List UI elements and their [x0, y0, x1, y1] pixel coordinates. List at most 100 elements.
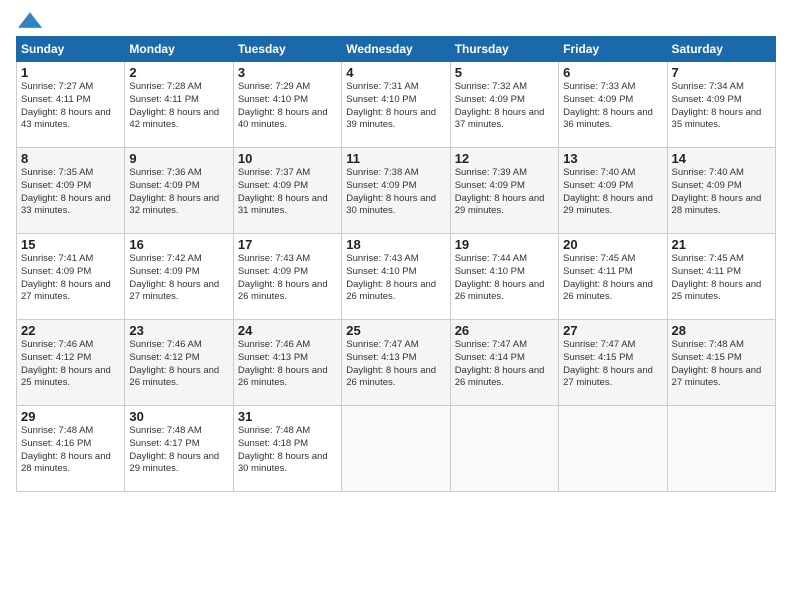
day-number: 29 — [21, 409, 120, 424]
day-number: 31 — [238, 409, 337, 424]
day-number: 2 — [129, 65, 228, 80]
calendar-cell: 18 Sunrise: 7:43 AM Sunset: 4:10 PM Dayl… — [342, 234, 450, 320]
day-info: Sunrise: 7:47 AM Sunset: 4:13 PM Dayligh… — [346, 339, 445, 390]
calendar-cell — [342, 406, 450, 492]
day-number: 18 — [346, 237, 445, 252]
calendar-cell: 26 Sunrise: 7:47 AM Sunset: 4:14 PM Dayl… — [450, 320, 558, 406]
calendar-cell: 28 Sunrise: 7:48 AM Sunset: 4:15 PM Dayl… — [667, 320, 775, 406]
day-info: Sunrise: 7:39 AM Sunset: 4:09 PM Dayligh… — [455, 167, 554, 218]
calendar-cell: 2 Sunrise: 7:28 AM Sunset: 4:11 PM Dayli… — [125, 62, 233, 148]
calendar-cell: 30 Sunrise: 7:48 AM Sunset: 4:17 PM Dayl… — [125, 406, 233, 492]
calendar-cell: 31 Sunrise: 7:48 AM Sunset: 4:18 PM Dayl… — [233, 406, 341, 492]
day-info: Sunrise: 7:48 AM Sunset: 4:17 PM Dayligh… — [129, 425, 228, 476]
day-info: Sunrise: 7:48 AM Sunset: 4:18 PM Dayligh… — [238, 425, 337, 476]
day-number: 5 — [455, 65, 554, 80]
day-number: 12 — [455, 151, 554, 166]
day-info: Sunrise: 7:36 AM Sunset: 4:09 PM Dayligh… — [129, 167, 228, 218]
calendar-cell: 22 Sunrise: 7:46 AM Sunset: 4:12 PM Dayl… — [17, 320, 125, 406]
day-number: 30 — [129, 409, 228, 424]
calendar-cell: 16 Sunrise: 7:42 AM Sunset: 4:09 PM Dayl… — [125, 234, 233, 320]
calendar-cell: 14 Sunrise: 7:40 AM Sunset: 4:09 PM Dayl… — [667, 148, 775, 234]
calendar-cell: 4 Sunrise: 7:31 AM Sunset: 4:10 PM Dayli… — [342, 62, 450, 148]
day-number: 19 — [455, 237, 554, 252]
day-number: 21 — [672, 237, 771, 252]
calendar-cell: 7 Sunrise: 7:34 AM Sunset: 4:09 PM Dayli… — [667, 62, 775, 148]
day-info: Sunrise: 7:41 AM Sunset: 4:09 PM Dayligh… — [21, 253, 120, 304]
day-info: Sunrise: 7:42 AM Sunset: 4:09 PM Dayligh… — [129, 253, 228, 304]
day-info: Sunrise: 7:45 AM Sunset: 4:11 PM Dayligh… — [563, 253, 662, 304]
day-info: Sunrise: 7:40 AM Sunset: 4:09 PM Dayligh… — [672, 167, 771, 218]
day-number: 17 — [238, 237, 337, 252]
calendar-cell: 3 Sunrise: 7:29 AM Sunset: 4:10 PM Dayli… — [233, 62, 341, 148]
day-number: 22 — [21, 323, 120, 338]
calendar-day-header: Sunday — [17, 37, 125, 62]
day-info: Sunrise: 7:37 AM Sunset: 4:09 PM Dayligh… — [238, 167, 337, 218]
day-info: Sunrise: 7:34 AM Sunset: 4:09 PM Dayligh… — [672, 81, 771, 132]
day-number: 26 — [455, 323, 554, 338]
calendar-cell: 11 Sunrise: 7:38 AM Sunset: 4:09 PM Dayl… — [342, 148, 450, 234]
day-number: 4 — [346, 65, 445, 80]
calendar-week-row: 15 Sunrise: 7:41 AM Sunset: 4:09 PM Dayl… — [17, 234, 776, 320]
day-number: 6 — [563, 65, 662, 80]
day-info: Sunrise: 7:44 AM Sunset: 4:10 PM Dayligh… — [455, 253, 554, 304]
calendar-week-row: 29 Sunrise: 7:48 AM Sunset: 4:16 PM Dayl… — [17, 406, 776, 492]
calendar-day-header: Thursday — [450, 37, 558, 62]
day-info: Sunrise: 7:43 AM Sunset: 4:09 PM Dayligh… — [238, 253, 337, 304]
calendar-week-row: 1 Sunrise: 7:27 AM Sunset: 4:11 PM Dayli… — [17, 62, 776, 148]
calendar-cell: 9 Sunrise: 7:36 AM Sunset: 4:09 PM Dayli… — [125, 148, 233, 234]
day-info: Sunrise: 7:47 AM Sunset: 4:14 PM Dayligh… — [455, 339, 554, 390]
calendar-cell: 6 Sunrise: 7:33 AM Sunset: 4:09 PM Dayli… — [559, 62, 667, 148]
day-number: 24 — [238, 323, 337, 338]
calendar-cell: 27 Sunrise: 7:47 AM Sunset: 4:15 PM Dayl… — [559, 320, 667, 406]
day-info: Sunrise: 7:48 AM Sunset: 4:16 PM Dayligh… — [21, 425, 120, 476]
day-number: 28 — [672, 323, 771, 338]
day-info: Sunrise: 7:40 AM Sunset: 4:09 PM Dayligh… — [563, 167, 662, 218]
day-info: Sunrise: 7:38 AM Sunset: 4:09 PM Dayligh… — [346, 167, 445, 218]
day-info: Sunrise: 7:46 AM Sunset: 4:12 PM Dayligh… — [21, 339, 120, 390]
day-info: Sunrise: 7:35 AM Sunset: 4:09 PM Dayligh… — [21, 167, 120, 218]
calendar-cell: 15 Sunrise: 7:41 AM Sunset: 4:09 PM Dayl… — [17, 234, 125, 320]
calendar-cell: 24 Sunrise: 7:46 AM Sunset: 4:13 PM Dayl… — [233, 320, 341, 406]
calendar-week-row: 8 Sunrise: 7:35 AM Sunset: 4:09 PM Dayli… — [17, 148, 776, 234]
calendar-cell: 1 Sunrise: 7:27 AM Sunset: 4:11 PM Dayli… — [17, 62, 125, 148]
calendar-header-row: SundayMondayTuesdayWednesdayThursdayFrid… — [17, 37, 776, 62]
day-info: Sunrise: 7:29 AM Sunset: 4:10 PM Dayligh… — [238, 81, 337, 132]
day-info: Sunrise: 7:27 AM Sunset: 4:11 PM Dayligh… — [21, 81, 120, 132]
day-number: 14 — [672, 151, 771, 166]
day-number: 8 — [21, 151, 120, 166]
day-number: 23 — [129, 323, 228, 338]
day-number: 27 — [563, 323, 662, 338]
page-header — [16, 12, 776, 28]
logo-icon — [18, 12, 42, 28]
calendar-cell: 13 Sunrise: 7:40 AM Sunset: 4:09 PM Dayl… — [559, 148, 667, 234]
logo — [16, 12, 42, 28]
calendar-cell: 25 Sunrise: 7:47 AM Sunset: 4:13 PM Dayl… — [342, 320, 450, 406]
day-info: Sunrise: 7:47 AM Sunset: 4:15 PM Dayligh… — [563, 339, 662, 390]
calendar-cell: 20 Sunrise: 7:45 AM Sunset: 4:11 PM Dayl… — [559, 234, 667, 320]
calendar-cell: 8 Sunrise: 7:35 AM Sunset: 4:09 PM Dayli… — [17, 148, 125, 234]
day-info: Sunrise: 7:45 AM Sunset: 4:11 PM Dayligh… — [672, 253, 771, 304]
day-info: Sunrise: 7:46 AM Sunset: 4:12 PM Dayligh… — [129, 339, 228, 390]
day-info: Sunrise: 7:33 AM Sunset: 4:09 PM Dayligh… — [563, 81, 662, 132]
day-info: Sunrise: 7:31 AM Sunset: 4:10 PM Dayligh… — [346, 81, 445, 132]
day-number: 13 — [563, 151, 662, 166]
calendar-cell: 12 Sunrise: 7:39 AM Sunset: 4:09 PM Dayl… — [450, 148, 558, 234]
day-number: 10 — [238, 151, 337, 166]
calendar-cell: 10 Sunrise: 7:37 AM Sunset: 4:09 PM Dayl… — [233, 148, 341, 234]
calendar-cell: 23 Sunrise: 7:46 AM Sunset: 4:12 PM Dayl… — [125, 320, 233, 406]
day-number: 15 — [21, 237, 120, 252]
day-number: 7 — [672, 65, 771, 80]
calendar-cell: 29 Sunrise: 7:48 AM Sunset: 4:16 PM Dayl… — [17, 406, 125, 492]
day-info: Sunrise: 7:46 AM Sunset: 4:13 PM Dayligh… — [238, 339, 337, 390]
day-number: 25 — [346, 323, 445, 338]
calendar-cell — [450, 406, 558, 492]
calendar-cell: 5 Sunrise: 7:32 AM Sunset: 4:09 PM Dayli… — [450, 62, 558, 148]
calendar-cell — [667, 406, 775, 492]
day-number: 1 — [21, 65, 120, 80]
calendar-day-header: Tuesday — [233, 37, 341, 62]
calendar-day-header: Saturday — [667, 37, 775, 62]
day-number: 3 — [238, 65, 337, 80]
day-number: 16 — [129, 237, 228, 252]
day-number: 20 — [563, 237, 662, 252]
calendar-cell: 21 Sunrise: 7:45 AM Sunset: 4:11 PM Dayl… — [667, 234, 775, 320]
